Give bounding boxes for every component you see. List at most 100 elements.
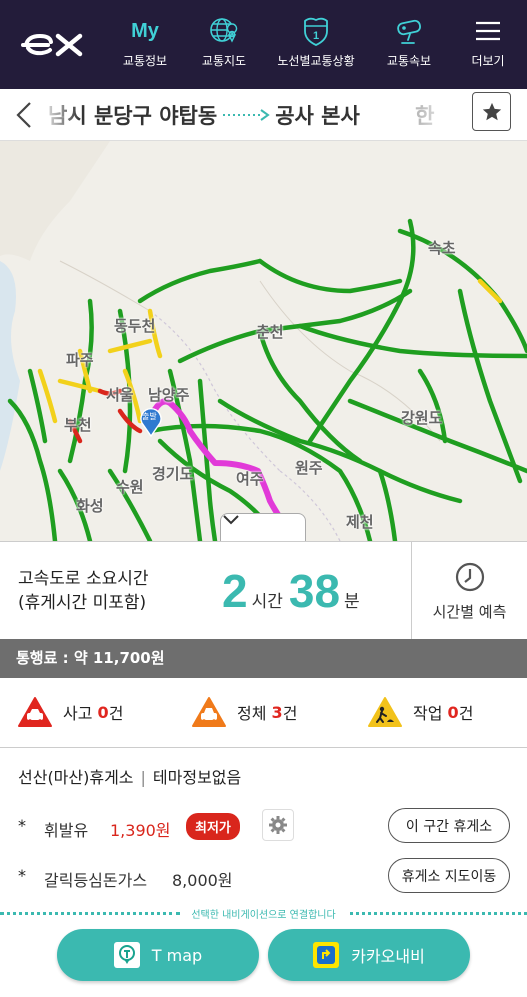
map-label-namyangju: 남양주 [148,386,190,404]
incident-accident-unit: 건 [108,704,124,723]
food-row: * 갈릭등심돈가스 8,000원 휴게소 지도이동 [18,858,518,894]
map-label-yeoju: 여주 [236,470,264,488]
route-fade-left [40,89,80,140]
incident-construction-count: 0 [447,702,459,722]
navigation-note: 선택한 내비게이션으로 연결합니다 [191,910,336,921]
incident-congestion-unit: 건 [282,704,298,723]
travel-minutes: 38 [288,565,341,617]
travel-minutes-unit: 분 [344,592,360,612]
accident-warning-icon [18,697,52,727]
map-label-hwaseong: 화성 [76,497,104,515]
kakao-navi-button[interactable]: 카카오내비 [268,929,470,981]
rest-area-theme: 테마정보없음 [152,768,242,787]
fuel-price: 1,390원 [110,821,171,840]
route-shield-icon: 1 [301,14,331,48]
map-label-suwon: 수원 [116,478,144,496]
map-label-sokcho: 속초 [428,239,456,257]
fuel-settings-button[interactable] [262,809,294,841]
travel-time-value: 2 시간 38 분 [222,564,366,618]
route-destination: 공사 본사 [275,104,360,128]
incident-congestion[interactable]: 정체 3건 [191,696,297,728]
my-icon: My [131,19,159,42]
star-icon [482,102,501,120]
rest-area-map-button[interactable]: 휴게소 지도이동 [388,858,510,893]
fuel-row: * 휘발유 1,390원 최저가 이 구간 휴게소 [18,808,518,844]
hourly-forecast-label: 시간별 예측 [432,602,507,621]
fuel-name: 휘발유 [44,821,89,840]
travel-time-label-line2: (휴게시간 미포함) [18,593,147,613]
top-navigation-bar: My 교통정보 교통지도 1 노선별교통상황 교통속보 더보기 [0,0,527,89]
route-title: 남시 분당구 야탑동공사 본사 한 [48,100,460,132]
travel-time-panel: 고속도로 소요시간 (휴게시간 미포함) 2 시간 38 분 시간별 예측 [0,541,527,640]
map-label-gyeonggido: 경기도 [152,465,194,483]
incident-accident-label: 사고 [63,704,93,723]
map-label-wonju: 원주 [295,459,323,477]
tmap-button[interactable]: T map [57,929,259,981]
map-collapse-button[interactable] [220,513,306,541]
rest-area-title: 선산(마산)휴게소 | 테마정보없음 [18,764,241,788]
incident-congestion-count: 3 [271,702,283,722]
kakao-navi-label: 카카오내비 [351,947,425,966]
rest-area-panel: 선산(마산)휴게소 | 테마정보없음 * 휘발유 1,390원 최저가 이 구간 휴… [0,748,527,908]
incident-construction-label: 작업 [413,704,443,723]
incident-construction[interactable]: 작업 0건 [367,696,473,728]
travel-time-label-line1: 고속도로 소요시간 [18,569,149,589]
nav-traffic-info-label: 교통정보 [122,54,168,68]
map-label-paju: 파주 [66,351,94,369]
travel-time-label: 고속도로 소요시간 (휴게시간 미포함) [18,567,149,615]
map-label-dongducheon: 동두천 [114,317,156,335]
incident-congestion-label: 정체 [237,704,267,723]
start-marker[interactable]: 출발 [139,407,163,437]
fuel-bullet: * [18,816,26,835]
congestion-warning-icon [192,697,226,727]
hourly-forecast-button[interactable]: 시간별 예측 [412,542,527,640]
back-icon[interactable] [10,97,40,133]
toll-text: 통행료 : 약 11,700원 [16,649,165,667]
nav-traffic-news[interactable]: 교통속보 [382,14,436,74]
hamburger-menu-icon [474,14,502,48]
map-label-bucheon: 부천 [64,416,92,434]
nav-route-status-label: 노선별교통상황 [277,54,355,68]
lowest-price-badge: 최저가 [186,813,240,840]
route-arrow-icon [223,109,270,121]
food-price: 8,000원 [172,871,233,890]
construction-warning-icon [368,697,402,727]
route-fade-right [420,89,465,140]
food-name: 갈릭등심돈가스 [44,871,148,890]
clock-icon [455,562,484,591]
traffic-map[interactable]: 속초 동두천 춘천 파주 서울 남양주 강원도 부천 경기도 여주 원주 수원 … [0,141,527,541]
tmap-icon [113,942,140,968]
nav-traffic-map-label: 교통지도 [201,54,247,68]
nav-traffic-info[interactable]: My 교통정보 [118,14,172,74]
nav-route-status[interactable]: 1 노선별교통상황 [272,14,360,74]
map-label-seoul: 서울 [106,386,134,404]
food-bullet: * [18,866,26,885]
route-header: 남시 분당구 야탑동공사 본사 한 [0,89,527,141]
incident-accident-count: 0 [97,702,109,722]
map-label-jecheon: 제천 [346,513,374,531]
favorite-star-button[interactable] [472,92,511,131]
incidents-panel: 사고 0건 정체 3건 작업 0건 [0,678,527,748]
gear-icon [269,816,287,834]
nav-traffic-news-label: 교통속보 [386,54,432,68]
rest-area-separator: | [140,768,146,787]
cctv-camera-icon [392,14,426,48]
rest-area-name: 선산(마산)휴게소 [18,768,134,787]
globe-pin-icon [208,14,240,48]
map-label-chuncheon: 춘천 [256,323,284,341]
incident-accident[interactable]: 사고 0건 [17,696,123,728]
svg-text:1: 1 [313,30,319,42]
travel-hours-unit: 시간 [251,592,283,612]
start-marker-label: 출발 [142,412,157,421]
section-rest-areas-button[interactable]: 이 구간 휴게소 [388,808,510,843]
nav-traffic-map[interactable]: 교통지도 [196,14,252,74]
travel-hours: 2 [222,565,248,617]
tmap-label: T map [151,945,203,965]
map-label-gangwondo: 강원도 [401,409,443,427]
kakao-navi-icon [313,942,340,968]
nav-more-label: 더보기 [471,54,505,68]
nav-more[interactable]: 더보기 [466,14,510,74]
ex-logo[interactable] [20,28,90,60]
incident-construction-unit: 건 [458,704,474,723]
toll-bar: 통행료 : 약 11,700원 [0,639,527,678]
